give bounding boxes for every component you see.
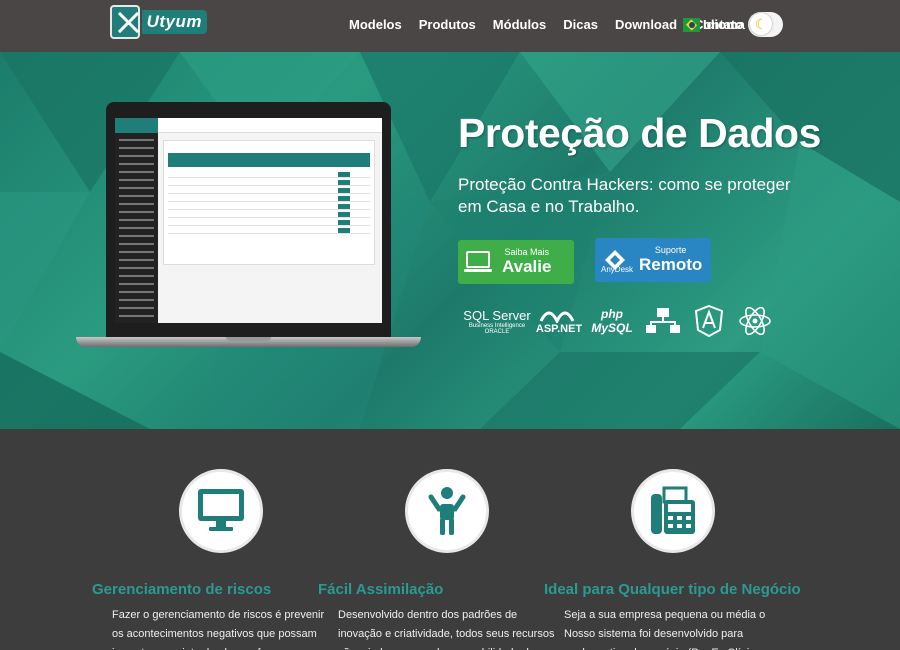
nav-item-modulos[interactable]: Módulos (493, 17, 546, 32)
evaluate-button-label: Avalie (502, 257, 552, 276)
nav-item-download[interactable]: Download (615, 17, 677, 32)
network-icon (643, 304, 683, 338)
laptop-mockup-image (76, 102, 421, 402)
remote-support-button[interactable]: AnyDesk Suporte Remoto (595, 238, 711, 282)
aspnet-logo: ASP.NET (535, 307, 583, 335)
aspnet-text: ASP.NET (535, 323, 583, 335)
site-logo[interactable]: Utyum (110, 4, 207, 40)
sql-server-logo: SQL Server Business Intelligence ORACLE (463, 308, 531, 335)
angular-icon (689, 304, 729, 338)
evaluate-button[interactable]: Saiba Mais Avalie (458, 240, 574, 284)
remote-button-label: Remoto (639, 255, 703, 274)
logo-text: Utyum (141, 10, 207, 34)
top-navbar: Utyum Modelos Produtos Módulos Dicas Dow… (0, 0, 900, 52)
laptop-icon (458, 240, 498, 284)
person-icon (405, 469, 489, 553)
mysql-text: MySQL (591, 321, 633, 335)
nav-item-dicas[interactable]: Dicas (563, 17, 598, 32)
theme-toggle[interactable]: ☾ (748, 12, 783, 37)
brazil-flag-icon (683, 17, 700, 32)
react-icon (735, 304, 775, 338)
fax-icon (631, 469, 715, 553)
hero-title: Proteção de Dados (458, 110, 821, 156)
language-selector[interactable]: Idioma (683, 17, 745, 32)
monitor-icon (179, 469, 263, 553)
remote-button-small: Suporte (654, 245, 687, 255)
hero-subtitle: Proteção Contra Hackers: como se protege… (458, 175, 791, 216)
language-label: Idioma (703, 17, 745, 32)
feature-text-ease: Desenvolvido dentro dos padrões de inova… (338, 609, 555, 650)
feature-title-ease: Fácil Assimilação (318, 581, 444, 598)
nav-item-modelos[interactable]: Modelos (349, 17, 402, 32)
oracle-text: ORACLE (484, 328, 510, 335)
php-text: php (601, 307, 623, 321)
evaluate-button-small: Saiba Mais (504, 247, 549, 257)
nav-item-produtos[interactable]: Produtos (419, 17, 476, 32)
anydesk-brand: AnyDesk (601, 265, 634, 274)
sql-server-text: SQL Server (463, 307, 531, 323)
anydesk-icon (595, 238, 635, 282)
feature-title-business: Ideal para Qualquer tipo de Negócio (544, 581, 801, 598)
moon-icon: ☾ (750, 13, 772, 35)
feature-text-business: Seja a sua empresa pequena ou média o No… (564, 609, 769, 650)
technology-logos: SQL Server Business Intelligence ORACLE … (463, 304, 781, 338)
hero-banner: Proteção de Dados Proteção Contra Hacker… (0, 52, 900, 429)
feature-title-risk: Gerenciamento de riscos (92, 581, 272, 598)
logo-mark-icon (110, 5, 140, 39)
php-mysql-logo: php MySQL (587, 307, 637, 335)
features-section: Gerenciamento de riscos Fácil Assimilaçã… (0, 429, 900, 650)
feature-text-risk: Fazer o gerenciamento de riscos é preven… (112, 609, 325, 650)
